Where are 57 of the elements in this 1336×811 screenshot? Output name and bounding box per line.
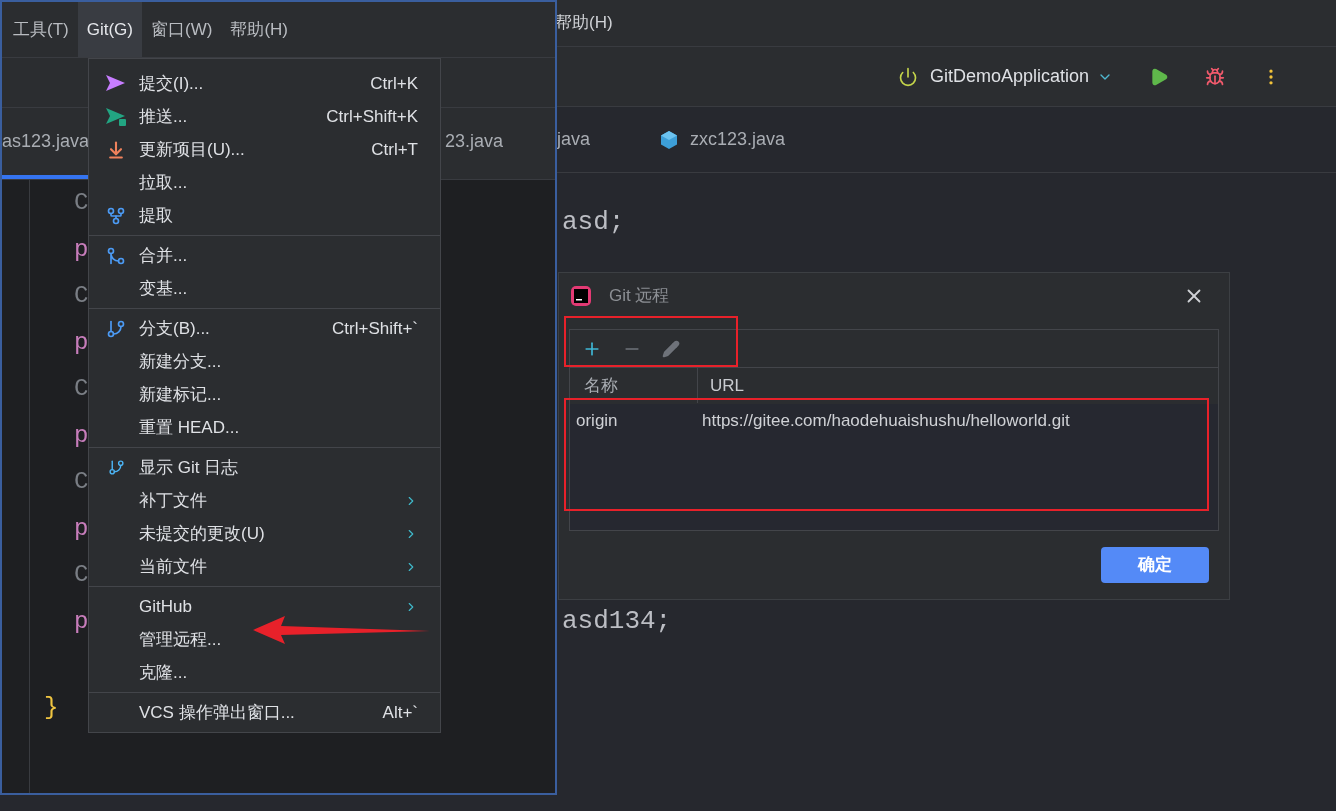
menu-item[interactable]: 新建分支... bbox=[89, 345, 440, 378]
menu-item[interactable]: 未提交的更改(U) bbox=[89, 517, 440, 550]
menu-item[interactable]: Git(G) bbox=[77, 2, 142, 57]
edit-icon[interactable] bbox=[662, 339, 680, 358]
menu-item[interactable]: 提取 bbox=[89, 199, 440, 232]
run-config-selector[interactable]: GitDemoApplication bbox=[897, 63, 1113, 90]
menu-item[interactable]: 显示 Git 日志 bbox=[89, 451, 440, 484]
code-fragment: p bbox=[74, 513, 89, 544]
menu-item[interactable]: VCS 操作弹出窗口... Alt+` bbox=[89, 696, 440, 729]
menu-item[interactable]: 帮助(H) bbox=[555, 10, 613, 36]
menu-item[interactable]: 克隆... bbox=[89, 656, 440, 689]
menu-item[interactable]: GitHub bbox=[89, 590, 440, 623]
menu-item[interactable]: 新建标记... bbox=[89, 378, 440, 411]
table-cell-text: https://gitee.com/haodehuaishushu/helloworld.git bbox=[701, 410, 1070, 433]
branch-icon bbox=[107, 459, 125, 476]
play-icon[interactable] bbox=[1149, 66, 1169, 87]
editor-tab[interactable]: java bbox=[557, 126, 591, 153]
menu-item[interactable]: 工具(T) bbox=[4, 2, 78, 57]
code-fragment: C bbox=[74, 281, 89, 311]
editor-tab[interactable]: zxc123.java bbox=[660, 126, 786, 153]
table-cell-text: origin bbox=[575, 410, 619, 433]
code-line: asd; bbox=[562, 206, 625, 239]
closing-brace: } bbox=[44, 693, 59, 723]
download-icon bbox=[106, 139, 126, 160]
menu-item[interactable]: 帮助(H) bbox=[221, 2, 297, 57]
code-fragment: C bbox=[74, 374, 89, 404]
menu-item[interactable]: 推送... Ctrl+Shift+K bbox=[89, 100, 440, 133]
send-icon bbox=[105, 73, 127, 94]
code-fragment: p bbox=[74, 234, 89, 265]
power-icon bbox=[897, 66, 918, 87]
code-fragment: C bbox=[74, 560, 89, 590]
branch-icon bbox=[106, 318, 126, 339]
column-header[interactable]: URL bbox=[698, 368, 1218, 403]
send-lock-icon bbox=[105, 106, 127, 127]
menu-item[interactable]: 重置 HEAD... bbox=[89, 411, 440, 444]
code-fragment: p bbox=[74, 327, 89, 358]
bug-icon[interactable] bbox=[1205, 66, 1225, 87]
menu-item[interactable]: 合并... bbox=[89, 239, 440, 272]
menu-item[interactable]: 管理远程... bbox=[89, 623, 440, 656]
code-line: asd134; bbox=[562, 605, 672, 638]
code-fragment: p bbox=[74, 606, 89, 637]
column-header[interactable]: 名称 bbox=[570, 368, 698, 403]
dialog-title: Git 远程 bbox=[609, 285, 671, 308]
code-fragment: C bbox=[74, 467, 89, 497]
fork-icon bbox=[106, 205, 126, 226]
merge-icon bbox=[106, 245, 126, 266]
menu-item[interactable]: 窗口(W) bbox=[142, 2, 222, 57]
menu-item[interactable]: 更新项目(U)... Ctrl+T bbox=[89, 133, 440, 166]
menu-item[interactable]: 补丁文件 bbox=[89, 484, 440, 517]
menu-item[interactable]: 变基... bbox=[89, 272, 440, 305]
menu-item[interactable]: 分支(B)... Ctrl+Shift+` bbox=[89, 312, 440, 345]
code-fragment: C bbox=[74, 188, 89, 218]
menu-item[interactable]: 拉取... bbox=[89, 166, 440, 199]
app-logo-icon bbox=[571, 286, 591, 306]
menu-item[interactable]: 当前文件 bbox=[89, 550, 440, 583]
editor-tab[interactable]: 23.java bbox=[445, 108, 504, 179]
code-fragment: p bbox=[74, 420, 89, 451]
